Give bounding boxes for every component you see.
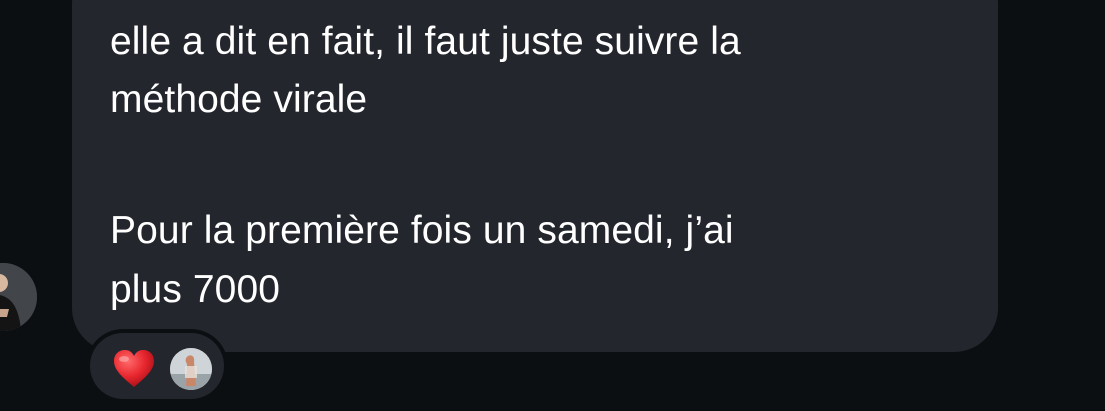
message-thread: elle a dit en fait, il faut juste suivre… [0,0,1105,411]
sender-avatar[interactable] [0,263,37,331]
message-text-line-1: elle a dit en fait, il faut juste suivre… [110,20,741,63]
message-text-line-4: plus 7000 [110,268,281,311]
reactor-avatar[interactable] [170,348,212,390]
message-text-line-3: Pour la première fois un samedi, j’ai [110,209,734,252]
red-heart-icon [112,349,156,389]
reactions-pill-inner [90,333,224,399]
reactions-pill[interactable] [86,329,228,403]
message-text-line-2: méthode virale [110,78,368,121]
